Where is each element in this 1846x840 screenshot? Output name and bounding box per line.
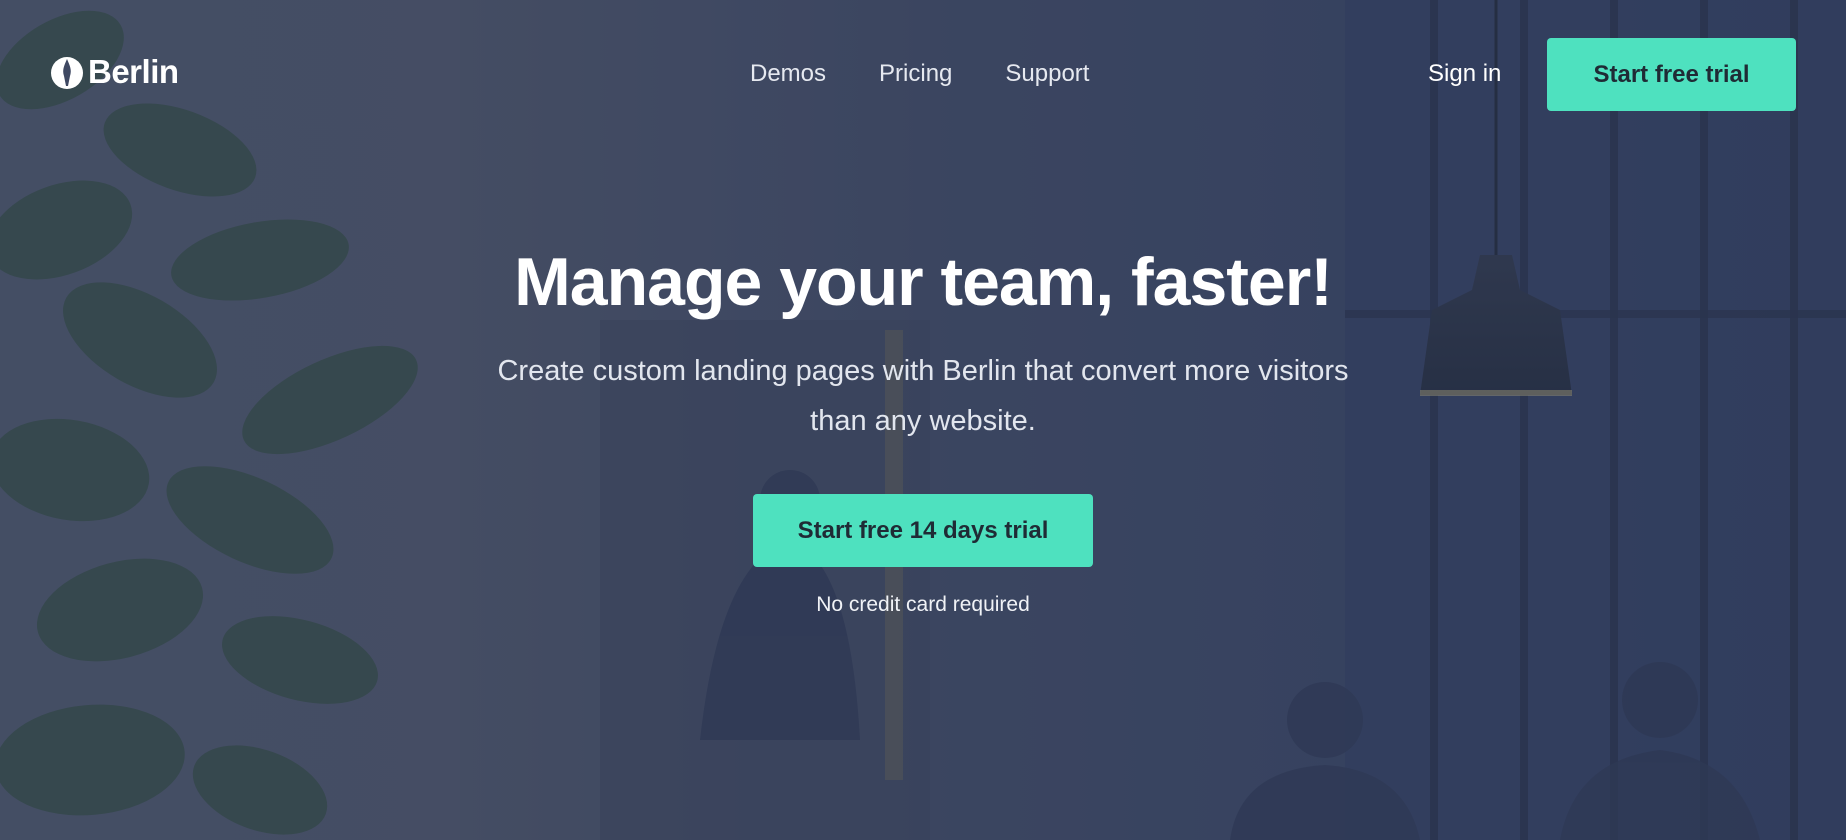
hero-subtitle: Create custom landing pages with Berlin … xyxy=(497,355,1349,437)
hero-title: Manage your team, faster! xyxy=(514,244,1333,320)
brand-logo[interactable]: Berlin xyxy=(50,52,179,92)
nav-link-support[interactable]: Support xyxy=(1005,58,1089,90)
hero-section: Berlin Demos Pricing Support Sign in Sta… xyxy=(0,0,1846,840)
hero-content: Manage your team, faster! Create custom … xyxy=(0,240,1846,619)
start-free-trial-button[interactable]: Start free trial xyxy=(1547,38,1796,111)
top-navbar: Berlin Demos Pricing Support Sign in Sta… xyxy=(0,0,1846,148)
flame-drop-icon xyxy=(51,57,83,89)
nav-link-demos[interactable]: Demos xyxy=(750,58,826,90)
start-14-day-trial-button[interactable]: Start free 14 days trial xyxy=(753,494,1093,567)
nav-link-pricing[interactable]: Pricing xyxy=(879,58,952,90)
brand-name: Berlin xyxy=(88,53,179,90)
main-nav: Demos Pricing Support xyxy=(750,58,1089,90)
sign-in-link[interactable]: Sign in xyxy=(1428,58,1501,90)
no-credit-card-note: No credit card required xyxy=(816,593,1030,616)
